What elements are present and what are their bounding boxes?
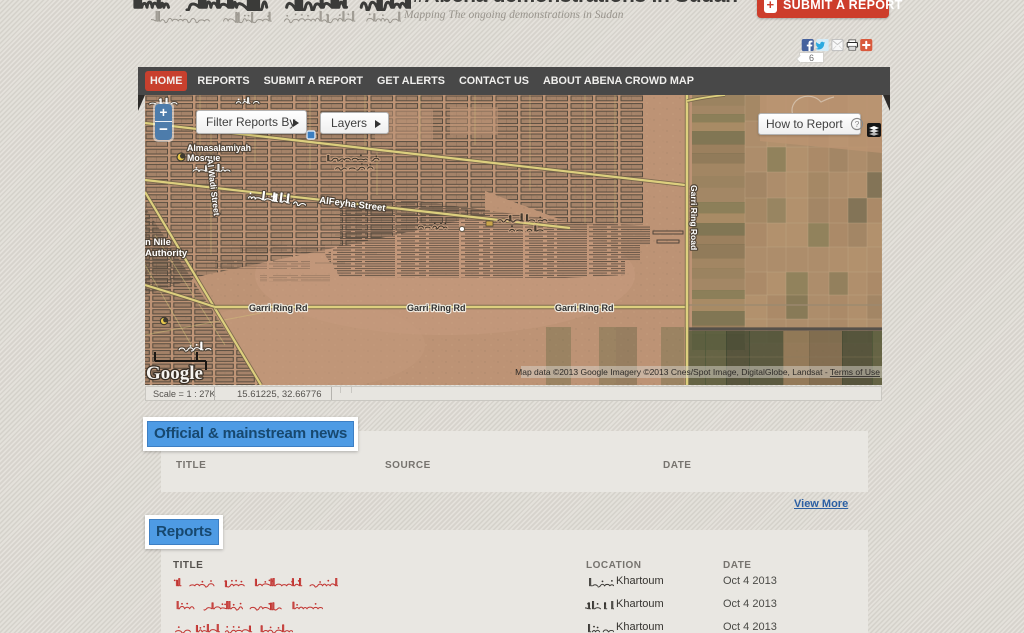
- svg-text:Almasalamiyah: Almasalamiyah: [187, 143, 251, 153]
- svg-text:Google: Google: [146, 363, 203, 384]
- svg-text:Garri Ring Rd: Garri Ring Rd: [249, 303, 308, 313]
- svg-text:?: ?: [855, 119, 860, 129]
- svg-text:Map data ©2013 Google Imagery: Map data ©2013 Google Imagery ©2013 Cnes…: [515, 367, 880, 377]
- svg-text:Garri Ring Road: Garri Ring Road: [689, 185, 699, 250]
- svg-text:n Nile: n Nile: [145, 237, 171, 248]
- svg-text:Garri Ring Rd: Garri Ring Rd: [555, 303, 614, 313]
- svg-text:Garri Ring Rd: Garri Ring Rd: [407, 303, 466, 313]
- svg-text:Authority: Authority: [145, 248, 188, 259]
